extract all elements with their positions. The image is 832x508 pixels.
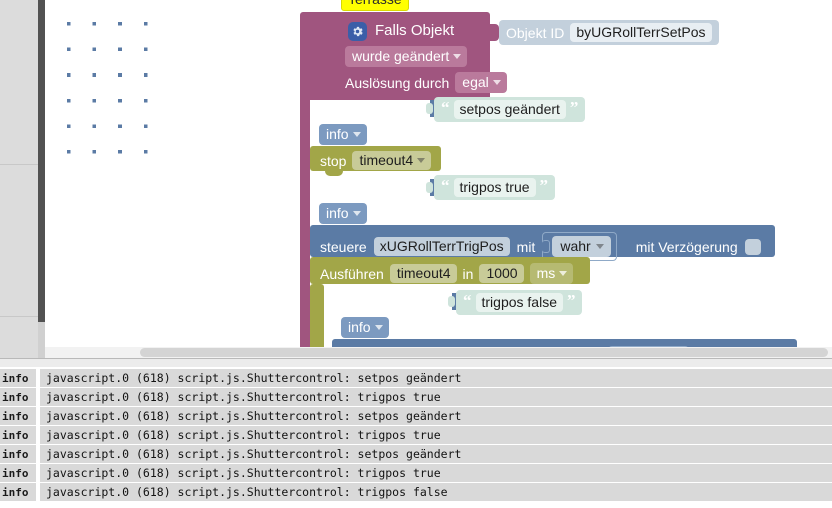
chevron-down-icon xyxy=(417,157,426,163)
chevron-down-icon xyxy=(559,270,568,276)
log-message: javascript.0 (618) script.js.Shuttercont… xyxy=(40,483,832,501)
string-value-3[interactable]: trigpos false xyxy=(475,293,563,312)
log-pane-top-strip xyxy=(0,359,832,367)
gear-icon[interactable] xyxy=(348,22,367,41)
blockly-canvas[interactable]: Terrasse Falls Objekt Objekt ID byUGRoll… xyxy=(45,0,832,358)
quote-open-icon: “ xyxy=(441,176,450,195)
log-message: javascript.0 (618) script.js.Shuttercont… xyxy=(40,369,832,387)
log-severity: info xyxy=(0,445,36,463)
debug-output-block-2[interactable] xyxy=(45,54,165,108)
log-pane[interactable]: info javascript.0 (618) script.js.Shutte… xyxy=(0,358,832,508)
timer-run-duration[interactable]: 1000 xyxy=(479,264,524,283)
chevron-down-icon xyxy=(352,210,361,216)
control-target-1[interactable]: xUGRollTerrTrigPos xyxy=(373,237,510,256)
timer-run-in-label: in xyxy=(462,265,474,282)
timer-run-unit-dropdown[interactable]: ms xyxy=(529,263,574,284)
chevron-down-icon xyxy=(374,324,383,330)
block-notch-2 xyxy=(325,171,343,176)
control-with-label-1: mit xyxy=(516,238,536,255)
trigger-dropdown-row: wurde geändert xyxy=(345,46,468,67)
log-severity: info xyxy=(0,464,36,482)
object-id-value[interactable]: byUGRollTerrSetPos xyxy=(570,23,712,42)
log-message: javascript.0 (618) script.js.Shuttercont… xyxy=(40,464,832,482)
timer-stop-name-dropdown[interactable]: timeout4 xyxy=(352,151,432,170)
script-tab-terrasse[interactable]: Terrasse xyxy=(341,0,409,11)
control-delay-label-1: mit Verzögerung xyxy=(635,238,738,255)
trigger-dropdown-label: wurde geändert xyxy=(352,48,450,64)
debug-output-plug-inner-2 xyxy=(426,182,433,193)
control-value-dropdown-1[interactable]: wahr xyxy=(552,236,611,257)
quote-close-icon: ” xyxy=(539,176,549,195)
control-value-1: wahr xyxy=(560,238,591,254)
debug-output-block-1[interactable] xyxy=(45,0,165,54)
string-value-1[interactable]: setpos geändert xyxy=(453,100,566,119)
log-row[interactable]: info javascript.0 (618) script.js.Shutte… xyxy=(0,464,832,482)
log-row[interactable]: info javascript.0 (618) script.js.Shutte… xyxy=(0,369,832,387)
object-id-label: Objekt ID xyxy=(506,24,565,41)
log-severity: info xyxy=(0,388,36,406)
log-row[interactable]: info javascript.0 (618) script.js.Shutte… xyxy=(0,445,832,463)
string-block-2[interactable]: “ trigpos true ” xyxy=(434,175,556,200)
timer-stop-label: stop xyxy=(320,152,347,169)
trigger-dropdown[interactable]: wurde geändert xyxy=(345,46,468,67)
object-id-field[interactable]: Objekt ID byUGRollTerrSetPos xyxy=(499,20,719,45)
log-severity: info xyxy=(0,426,36,444)
toolbox-scrollbar-thumb[interactable] xyxy=(38,0,45,322)
toolbox-panel[interactable]: t xyxy=(0,0,38,358)
chevron-down-icon xyxy=(352,131,361,137)
string-block-1[interactable]: “ setpos geändert ” xyxy=(434,97,586,122)
timer-run-name[interactable]: timeout4 xyxy=(389,264,457,283)
log-message: javascript.0 (618) script.js.Shuttercont… xyxy=(40,407,832,425)
event-block-body[interactable] xyxy=(300,100,310,358)
debug-severity-dropdown-3[interactable]: info xyxy=(341,317,389,338)
log-severity: info xyxy=(0,483,36,501)
toolbox-divider-1 xyxy=(0,164,38,165)
string-block-3[interactable]: “ trigpos false ” xyxy=(456,290,583,315)
string-value-2[interactable]: trigpos true xyxy=(453,178,536,197)
cause-label: Auslösung durch xyxy=(345,74,450,91)
canvas-hscrollbar-thumb[interactable] xyxy=(140,348,828,357)
control-label-1: steuere xyxy=(320,238,367,255)
timer-run-unit: ms xyxy=(536,265,556,281)
log-row[interactable]: info javascript.0 (618) script.js.Shutte… xyxy=(0,388,832,406)
log-message: javascript.0 (618) script.js.Shuttercont… xyxy=(40,445,832,463)
timer-run-row: Ausführen timeout4 in 1000 ms xyxy=(320,263,574,284)
app-root: t Terrasse Falls Objekt Objekt ID byUGRo… xyxy=(0,0,832,508)
debug-output-plug-inner-1 xyxy=(426,103,433,114)
log-row[interactable]: info javascript.0 (618) script.js.Shutte… xyxy=(0,407,832,425)
debug-output-label-1: debug output xyxy=(319,99,401,115)
log-row[interactable]: info javascript.0 (618) script.js.Shutte… xyxy=(0,426,832,444)
control-delay-checkbox-1[interactable] xyxy=(744,238,761,255)
timer-stop-name: timeout4 xyxy=(359,152,414,168)
quote-open-icon: “ xyxy=(441,98,450,117)
debug-severity-label-2: info xyxy=(326,205,349,221)
debug-severity-dropdown-1[interactable]: info xyxy=(319,124,367,145)
chevron-down-icon xyxy=(453,53,462,59)
log-message: javascript.0 (618) script.js.Shuttercont… xyxy=(40,426,832,444)
quote-close-icon: ” xyxy=(566,291,576,310)
cause-dropdown-label: egal xyxy=(462,74,489,90)
debug-severity-label-3: info xyxy=(348,319,371,335)
chevron-down-icon xyxy=(595,243,604,249)
timer-stop-row: stop timeout4 xyxy=(320,151,432,170)
log-severity: info xyxy=(0,407,36,425)
log-row[interactable]: info javascript.0 (618) script.js.Shutte… xyxy=(0,483,832,501)
event-block-title: Falls Objekt xyxy=(375,22,455,39)
debug-output-label-2: debug output xyxy=(319,178,401,194)
debug-output-block-3[interactable] xyxy=(45,108,165,162)
toolbox-divider-2 xyxy=(0,316,38,317)
cause-row: Auslösung durch egal xyxy=(345,72,507,93)
quote-open-icon: “ xyxy=(463,291,472,310)
debug-output-label-3: debug output xyxy=(341,292,423,308)
debug-output-plug-inner-3 xyxy=(448,296,455,307)
log-severity: info xyxy=(0,369,36,387)
debug-severity-label-1: info xyxy=(326,126,349,142)
log-message: javascript.0 (618) script.js.Shuttercont… xyxy=(40,388,832,406)
chevron-down-icon xyxy=(492,79,501,85)
event-block-connector xyxy=(490,24,499,41)
quote-close-icon: ” xyxy=(569,98,579,117)
cause-dropdown[interactable]: egal xyxy=(455,72,507,93)
timer-run-label: Ausführen xyxy=(320,265,384,282)
debug-severity-dropdown-2[interactable]: info xyxy=(319,203,367,224)
